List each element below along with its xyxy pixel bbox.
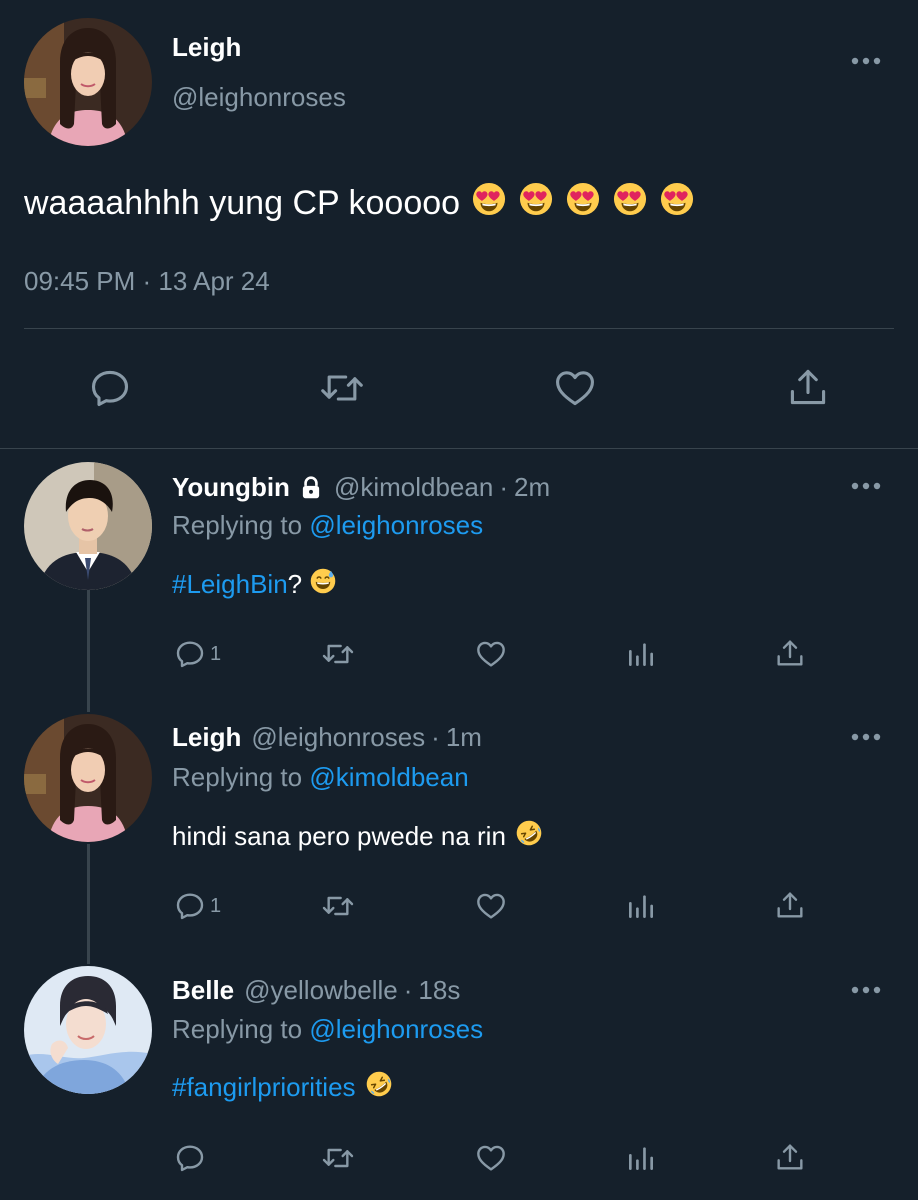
like-icon (477, 893, 505, 919)
heart-eyes-emoji (519, 182, 553, 225)
sweat-smile-emoji (310, 568, 336, 601)
share-button[interactable] (774, 636, 806, 670)
reply-handle[interactable]: @leighonroses (251, 722, 425, 753)
retweet-button[interactable] (320, 638, 356, 670)
analytics-button[interactable] (624, 1142, 658, 1174)
share-button[interactable] (774, 1140, 806, 1174)
replying-to: Replying to @leighonroses (172, 1014, 483, 1045)
share-button[interactable] (786, 364, 830, 410)
share-icon (790, 369, 826, 405)
avatar[interactable] (24, 18, 152, 146)
analytics-icon (629, 1147, 653, 1170)
reply-author-name[interactable]: Belle (172, 975, 234, 1006)
avatar[interactable] (24, 462, 152, 590)
separator: · (499, 472, 508, 502)
separator: · (431, 722, 440, 752)
replying-to: Replying to @leighonroses (172, 510, 483, 541)
reply-header: Belle @yellowbelle · 18s (172, 975, 460, 1006)
reply-icon (176, 1145, 204, 1172)
hashtag[interactable]: #fangirlpriorities (172, 1072, 356, 1103)
like-icon (477, 641, 505, 667)
reply-time[interactable]: 1m (446, 722, 482, 753)
reply-handle[interactable]: @yellowbelle (244, 975, 398, 1006)
like-button[interactable] (474, 638, 508, 670)
analytics-icon (629, 895, 653, 918)
reply-author-name[interactable]: Leigh (172, 722, 241, 753)
like-icon (556, 371, 594, 406)
reply-text: hindi sana pero pwede na rin (172, 820, 542, 853)
retweet-icon (321, 375, 363, 401)
heart-eyes-emoji (660, 182, 694, 225)
lock-icon (298, 475, 324, 501)
share-icon (777, 640, 803, 666)
share-button[interactable] (774, 888, 806, 922)
divider (24, 328, 894, 329)
heart-eyes-emoji (472, 182, 506, 225)
thread-line (87, 844, 90, 964)
like-button[interactable] (474, 1142, 508, 1174)
reply-icon (91, 370, 129, 407)
replying-to: Replying to @kimoldbean (172, 762, 469, 793)
more-options-icon[interactable] (846, 980, 886, 1000)
reply-button[interactable] (174, 1142, 210, 1174)
like-button[interactable] (552, 366, 598, 410)
tweet-timestamp[interactable]: 09:45 PM · 13 Apr 24 (24, 266, 270, 297)
separator: · (403, 975, 413, 1005)
reply-count: 1 (210, 894, 222, 917)
like-button[interactable] (474, 890, 508, 922)
reply-text: #fangirlpriorities (172, 1071, 392, 1104)
share-icon (777, 892, 803, 918)
retweet-button[interactable] (318, 366, 366, 410)
divider (0, 448, 918, 449)
reply-header: Leigh @leighonroses · 1m (172, 722, 482, 753)
main-tweet-text: waaaahhhh yung CP kooooo (24, 182, 694, 225)
like-icon (477, 1145, 505, 1171)
reply-icon (176, 641, 204, 668)
retweet-button[interactable] (320, 1142, 356, 1174)
reply-author-name[interactable]: Youngbin (172, 472, 290, 503)
avatar[interactable] (24, 966, 152, 1094)
main-author-handle[interactable]: @leighonroses (172, 82, 346, 113)
reply-time[interactable]: 18s (418, 975, 460, 1006)
analytics-button[interactable] (624, 638, 658, 670)
replying-to-handle[interactable]: @kimoldbean (309, 762, 468, 792)
heart-eyes-emoji (566, 182, 600, 225)
rofl-emoji (516, 820, 542, 853)
analytics-icon (629, 643, 653, 666)
reply-handle[interactable]: @kimoldbean (334, 472, 493, 503)
main-tweet-body: waaaahhhh yung CP kooooo (24, 184, 461, 222)
reply-button[interactable]: 1 (174, 638, 221, 670)
reply-icon (176, 893, 204, 920)
reply-count: 1 (210, 642, 222, 665)
reply-body: hindi sana pero pwede na rin (172, 821, 506, 851)
replying-to-label: Replying to (172, 762, 303, 792)
reply-time[interactable]: 2m (514, 472, 550, 503)
replying-to-handle[interactable]: @leighonroses (309, 510, 483, 540)
more-options-icon[interactable] (846, 727, 886, 747)
thread-line (87, 590, 90, 712)
replying-to-handle[interactable]: @leighonroses (309, 1014, 483, 1044)
main-author-name[interactable]: Leigh (172, 32, 241, 63)
retweet-icon (322, 1148, 354, 1168)
reply-text: #LeighBin ? (172, 568, 336, 601)
replying-to-label: Replying to (172, 510, 303, 540)
heart-eyes-emoji (613, 182, 647, 225)
reply-button[interactable]: 1 (174, 890, 221, 922)
reply-header: Youngbin @kimoldbean · 2m (172, 472, 550, 503)
more-options-icon[interactable] (846, 476, 886, 496)
reply-text-suffix: ? (287, 569, 303, 599)
rofl-emoji (366, 1071, 392, 1104)
replying-to-label: Replying to (172, 1014, 303, 1044)
analytics-button[interactable] (624, 890, 658, 922)
reply-button[interactable] (88, 366, 132, 410)
retweet-icon (322, 644, 354, 664)
hashtag[interactable]: #LeighBin (172, 569, 288, 600)
more-options-icon[interactable] (846, 51, 886, 71)
retweet-icon (322, 896, 354, 916)
share-icon (777, 1144, 803, 1170)
avatar[interactable] (24, 714, 152, 842)
retweet-button[interactable] (320, 890, 356, 922)
